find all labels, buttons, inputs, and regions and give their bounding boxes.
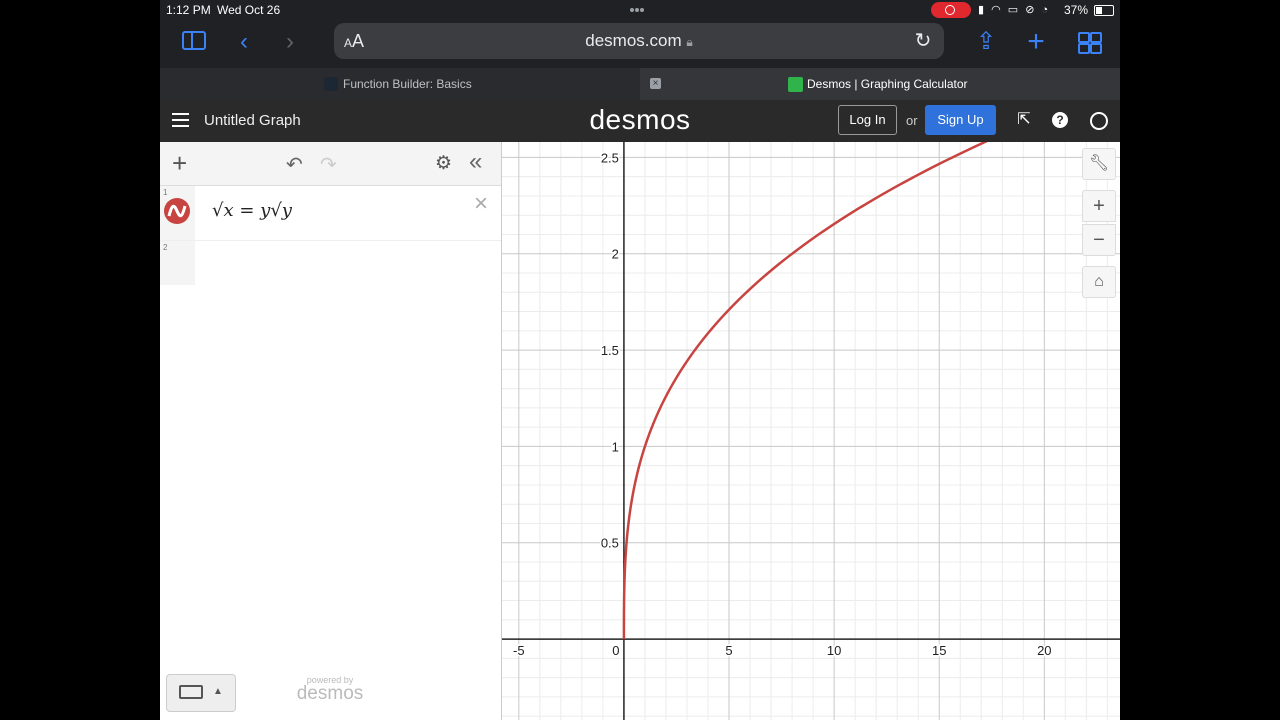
desmos-header: Untitled Graph desmos Log In or Sign Up … xyxy=(160,100,1120,142)
zoom-in-button[interactable]: + xyxy=(1082,190,1116,222)
zoom-out-button[interactable]: − xyxy=(1082,224,1116,256)
settings-gear-icon[interactable]: ⚙ xyxy=(435,152,452,175)
back-button[interactable]: ‹ xyxy=(228,28,260,56)
signup-button[interactable]: Sign Up xyxy=(925,105,996,135)
close-icon[interactable]: × xyxy=(474,190,488,218)
x-tick-label: 10 xyxy=(827,643,841,658)
login-button[interactable]: Log In xyxy=(838,105,897,135)
system-status-icons: ▮ ◠ ▭ ⊘ ◔ xyxy=(978,4,1051,16)
tab-title: Desmos | Graphing Calculator xyxy=(807,77,968,91)
tab-strip: Function Builder: Basics × Desmos | Grap… xyxy=(160,68,1120,100)
desmos-line-icon[interactable] xyxy=(164,198,190,224)
tab-function-builder[interactable]: Function Builder: Basics xyxy=(160,68,640,100)
desmos-favicon-icon xyxy=(788,77,803,92)
expression-input[interactable]: √x = y√y xyxy=(212,200,292,221)
new-tab-button[interactable]: + xyxy=(1020,27,1052,57)
graph-paper[interactable]: -5 0 5 10 15 20 0.5 1 1.5 2 2.5 🔧︎ + − ⌂ xyxy=(502,142,1120,720)
x-tick-label: 5 xyxy=(725,643,732,658)
expression-list: + ↶ ↷ ⚙ « 1 √x = y√y × 2 ▲ powered by de… xyxy=(160,142,502,720)
address-bar[interactable]: AA desmos.com 🔒︎ ↻ xyxy=(334,23,944,59)
powered-by-brand: desmos xyxy=(296,683,364,704)
tab-desmos[interactable]: × Desmos | Graphing Calculator xyxy=(640,68,1120,100)
powered-by-desmos[interactable]: powered by desmos xyxy=(290,675,370,703)
y-tick-label: 2.5 xyxy=(601,150,619,165)
or-label: or xyxy=(906,113,918,128)
y-tick-label: 0.5 xyxy=(601,536,619,551)
status-time: 1:12 PM xyxy=(166,3,211,17)
sidebar-icon xyxy=(182,31,206,50)
lock-icon: 🔒︎ xyxy=(686,35,693,49)
help-icon[interactable]: ? xyxy=(1052,112,1068,128)
expression-row[interactable]: 1 √x = y√y × xyxy=(160,186,501,241)
expression-number: 1 xyxy=(163,188,168,197)
x-tick-label: 15 xyxy=(932,643,946,658)
phet-favicon-icon xyxy=(324,77,338,91)
battery-icon xyxy=(1094,5,1114,16)
expression-gutter: 2 xyxy=(160,241,195,285)
home-icon[interactable]: ⌂ xyxy=(1082,266,1116,298)
y-tick-label: 1 xyxy=(612,439,619,454)
wrench-icon[interactable]: 🔧︎ xyxy=(1082,148,1116,180)
language-globe-icon[interactable] xyxy=(1090,112,1108,130)
tab-title: Function Builder: Basics xyxy=(343,77,472,91)
url-text[interactable]: desmos.com 🔒︎ xyxy=(334,31,944,51)
undo-button[interactable]: ↶ xyxy=(286,152,303,177)
collapse-list-button[interactable]: « xyxy=(469,148,482,176)
share-button[interactable]: ⇪ xyxy=(970,28,1002,56)
tab-overview-button[interactable] xyxy=(1072,28,1104,56)
keyboard-toggle-button[interactable]: ▲ xyxy=(166,674,236,712)
x-tick-label: 20 xyxy=(1037,643,1051,658)
status-bar: 1:12 PM Wed Oct 26 ▮ ◠ ▭ ⊘ ◔ 37% xyxy=(160,0,1120,20)
tabs-grid-icon xyxy=(1078,32,1102,54)
x-tick-label: -5 xyxy=(513,643,525,658)
forward-button[interactable]: › xyxy=(274,28,306,56)
browser-toolbar: ‹ › AA desmos.com 🔒︎ ↻ ⇪ + xyxy=(160,20,1120,68)
multitask-dots-icon[interactable] xyxy=(630,0,652,20)
y-tick-label: 2 xyxy=(612,247,619,262)
add-item-button[interactable]: + xyxy=(172,150,187,176)
status-date: Wed Oct 26 xyxy=(217,3,281,17)
expression-gutter: 1 xyxy=(160,186,195,240)
y-tick-label: 1.5 xyxy=(601,343,619,358)
redo-button[interactable]: ↷ xyxy=(320,152,337,177)
close-tab-icon[interactable]: × xyxy=(650,78,661,89)
battery-percent: 37% xyxy=(1064,3,1089,17)
reload-button[interactable]: ↻ xyxy=(910,27,936,55)
expression-number: 2 xyxy=(163,243,168,252)
keyboard-icon xyxy=(179,685,203,699)
graph-canvas[interactable]: -5 0 5 10 15 20 0.5 1 1.5 2 2.5 xyxy=(502,142,1120,720)
x-tick-label: 0 xyxy=(612,643,619,658)
ipad-screen: 1:12 PM Wed Oct 26 ▮ ◠ ▭ ⊘ ◔ 37% ‹ › AA … xyxy=(160,0,1120,720)
expression-toolbar: + ↶ ↷ ⚙ « xyxy=(160,142,501,186)
share-graph-icon[interactable]: ⇱ xyxy=(1014,110,1034,130)
caret-up-icon: ▲ xyxy=(213,686,223,697)
sidebar-toggle-button[interactable] xyxy=(180,28,212,56)
expression-row[interactable]: 2 xyxy=(160,241,501,285)
screen-recording-icon xyxy=(931,2,971,18)
